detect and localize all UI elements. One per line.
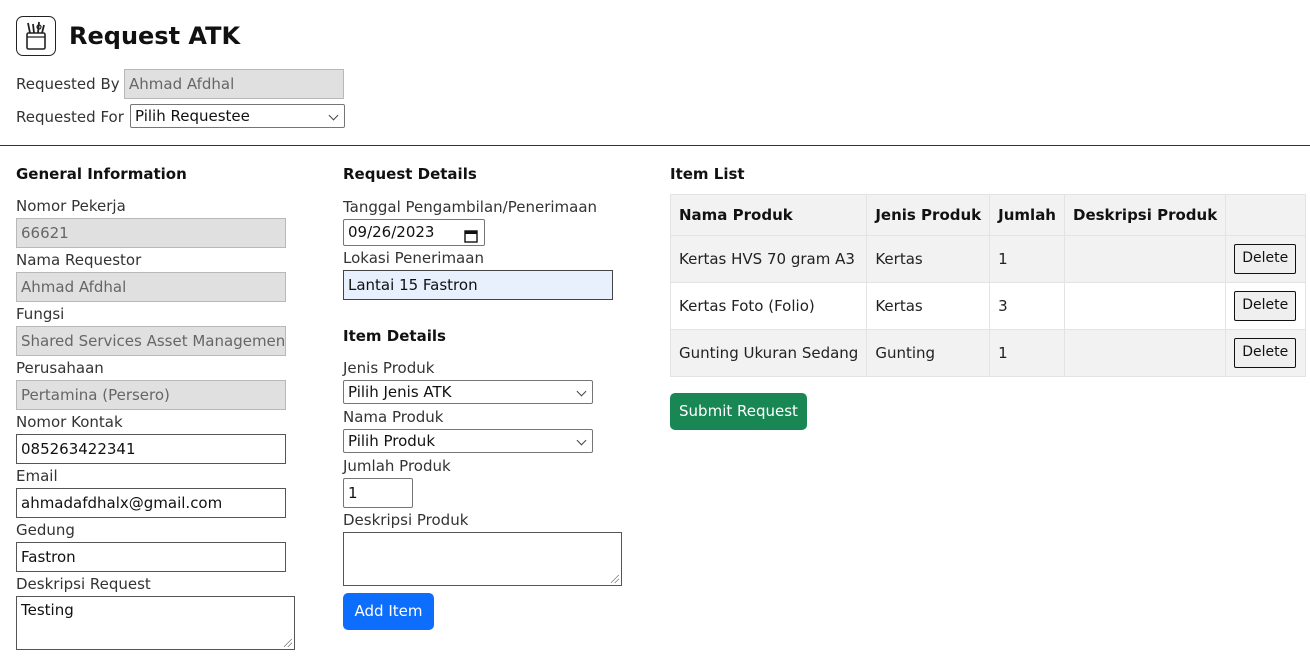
nomor-kontak-field[interactable]: 085263422341 xyxy=(16,434,286,464)
jenis-produk-label: Jenis Produk xyxy=(343,359,435,377)
pencil-cup-icon xyxy=(16,16,56,56)
cell-nama-produk: Kertas Foto (Folio) xyxy=(669,282,868,330)
table-row: Kertas HVS 70 gram A3 Kertas 1 Delete xyxy=(669,235,1307,283)
nama-requestor-label: Nama Requestor xyxy=(16,251,142,269)
cell-action: Delete xyxy=(1225,329,1307,377)
jenis-produk-select[interactable]: Pilih Jenis ATK xyxy=(343,380,593,404)
lokasi-label: Lokasi Penerimaan xyxy=(343,249,484,267)
delete-button[interactable]: Delete xyxy=(1234,291,1297,321)
jumlah-produk-label: Jumlah Produk xyxy=(343,457,451,475)
page-title: Request ATK xyxy=(69,22,241,50)
deskripsi-request-textarea[interactable]: Testing xyxy=(16,596,295,650)
column-header-action xyxy=(1225,194,1307,236)
tanggal-label: Tanggal Pengambilan/Penerimaan xyxy=(343,198,598,216)
deskripsi-request-value: Testing xyxy=(21,601,74,619)
cell-action: Delete xyxy=(1225,235,1307,283)
cell-jenis-produk: Gunting xyxy=(866,329,991,377)
email-field[interactable]: ahmadafdhalx@gmail.com xyxy=(16,488,286,518)
nomor-kontak-label: Nomor Kontak xyxy=(16,413,123,431)
requested-for-value: Pilih Requestee xyxy=(135,107,250,125)
gedung-field[interactable]: Fastron xyxy=(16,542,286,572)
delete-button[interactable]: Delete xyxy=(1234,338,1297,368)
calendar-icon[interactable] xyxy=(464,226,478,245)
requested-for-select[interactable]: Pilih Requestee xyxy=(130,104,345,128)
cell-jumlah: 1 xyxy=(989,235,1065,283)
submit-request-button[interactable]: Submit Request xyxy=(670,393,807,430)
add-item-button[interactable]: Add Item xyxy=(343,593,434,630)
cell-deskripsi-produk xyxy=(1063,329,1227,377)
deskripsi-produk-textarea[interactable] xyxy=(343,532,622,586)
delete-button[interactable]: Delete xyxy=(1234,244,1297,274)
item-details-heading: Item Details xyxy=(343,327,446,345)
table-header-row: Nama Produk Jenis Produk Jumlah Deskrips… xyxy=(669,194,1307,236)
resize-grip-icon[interactable] xyxy=(284,639,292,647)
chevron-down-icon xyxy=(576,386,587,397)
deskripsi-produk-label: Deskripsi Produk xyxy=(343,511,469,529)
tanggal-value: 09/26/2023 xyxy=(348,223,435,241)
request-details-heading: Request Details xyxy=(343,165,477,183)
nama-requestor-field[interactable]: Ahmad Afdhal xyxy=(16,272,286,302)
nama-produk-value: Pilih Produk xyxy=(348,432,436,450)
chevron-down-icon xyxy=(576,435,587,446)
cell-jenis-produk: Kertas xyxy=(866,282,991,330)
gedung-label: Gedung xyxy=(16,521,75,539)
table-row: Kertas Foto (Folio) Kertas 3 Delete xyxy=(669,282,1307,330)
item-list-table: Nama Produk Jenis Produk Jumlah Deskrips… xyxy=(669,194,1307,377)
chevron-down-icon xyxy=(328,110,339,121)
column-header-jumlah: Jumlah xyxy=(989,194,1065,236)
nama-produk-label: Nama Produk xyxy=(343,408,444,426)
perusahaan-label: Perusahaan xyxy=(16,359,104,377)
cell-action: Delete xyxy=(1225,282,1307,330)
general-information-heading: General Information xyxy=(16,165,187,183)
lokasi-field[interactable]: Lantai 15 Fastron xyxy=(343,270,613,300)
jenis-produk-value: Pilih Jenis ATK xyxy=(348,383,452,401)
cell-jumlah: 1 xyxy=(989,329,1065,377)
nomor-pekerja-label: Nomor Pekerja xyxy=(16,197,126,215)
cell-deskripsi-produk xyxy=(1063,235,1227,283)
column-header-deskripsi-produk: Deskripsi Produk xyxy=(1063,194,1227,236)
fungsi-label: Fungsi xyxy=(16,305,65,323)
perusahaan-field[interactable]: Pertamina (Persero) xyxy=(16,380,286,410)
deskripsi-request-label: Deskripsi Request xyxy=(16,575,151,593)
nama-produk-select[interactable]: Pilih Produk xyxy=(343,429,593,453)
tanggal-date-input[interactable]: 09/26/2023 xyxy=(343,219,485,246)
cell-nama-produk: Kertas HVS 70 gram A3 xyxy=(669,235,868,283)
fungsi-field[interactable]: Shared Services Asset Management xyxy=(16,326,286,356)
column-header-jenis-produk: Jenis Produk xyxy=(866,194,991,236)
nomor-pekerja-field[interactable]: 66621 xyxy=(16,218,286,248)
cell-deskripsi-produk xyxy=(1063,282,1227,330)
item-list-heading: Item List xyxy=(670,165,745,183)
resize-grip-icon[interactable] xyxy=(611,575,619,583)
header-divider xyxy=(0,145,1310,146)
requested-for-label: Requested For : xyxy=(16,108,134,126)
requested-by-label: Requested By : xyxy=(16,75,130,93)
cell-jumlah: 3 xyxy=(989,282,1065,330)
cell-nama-produk: Gunting Ukuran Sedang xyxy=(669,329,868,377)
column-header-nama-produk: Nama Produk xyxy=(669,194,868,236)
jumlah-produk-input[interactable]: 1 xyxy=(343,478,413,508)
requested-by-field[interactable]: Ahmad Afdhal xyxy=(124,69,344,99)
table-row: Gunting Ukuran Sedang Gunting 1 Delete xyxy=(669,329,1307,377)
email-label: Email xyxy=(16,467,58,485)
cell-jenis-produk: Kertas xyxy=(866,235,991,283)
